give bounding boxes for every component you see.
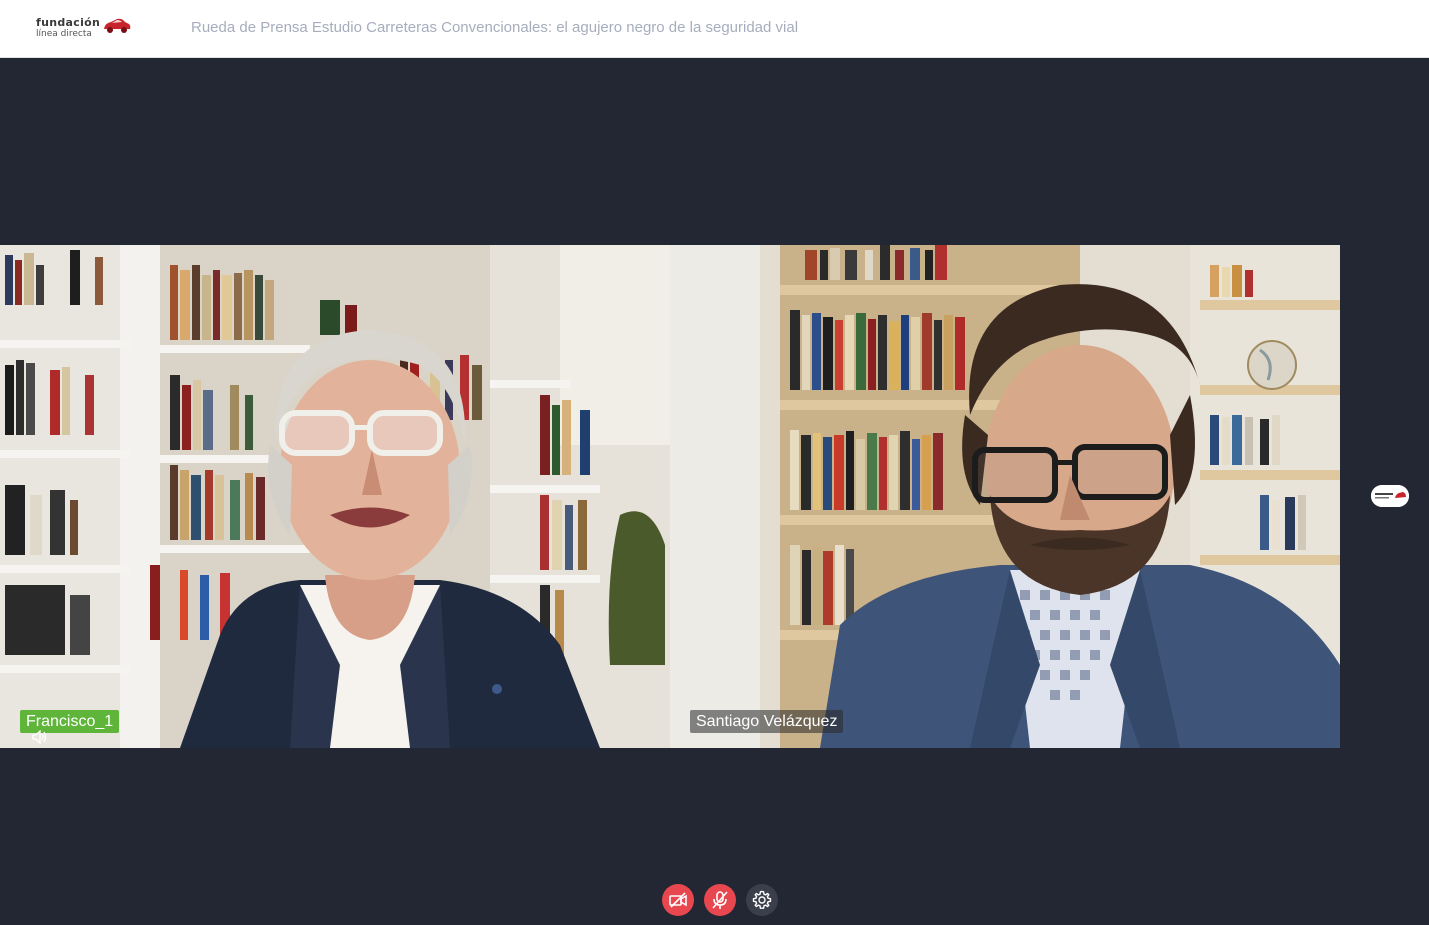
mini-logo-icon: [1371, 485, 1409, 507]
participant-video-feed: [670, 245, 1340, 748]
camera-off-button[interactable]: [662, 884, 694, 916]
car-logo-icon: [104, 18, 131, 33]
top-header: fundación línea directa Rueda de Prensa …: [0, 0, 1429, 58]
meeting-title: Rueda de Prensa Estudio Carreteras Conve…: [191, 19, 799, 36]
participant-name-tag: Francisco_1: [20, 710, 120, 744]
settings-button[interactable]: [746, 884, 778, 916]
gear-icon: [752, 890, 772, 909]
video-tile-santiago[interactable]: Santiago Velázquez: [670, 245, 1340, 748]
video-tile-francisco[interactable]: Francisco_1: [0, 245, 670, 748]
speaker-icon: [32, 730, 47, 744]
logo-thumbnail[interactable]: [1371, 485, 1409, 507]
mic-off-icon: [712, 891, 728, 909]
participant-video-feed: [0, 245, 670, 748]
logo-text-line1: fundación: [36, 16, 101, 29]
mic-off-button[interactable]: [704, 884, 736, 916]
call-controls-bar: [0, 884, 1429, 920]
video-stage: Francisco_1 Santiago Velázquez: [0, 245, 1340, 748]
participant-name-tag: Santiago Velázquez: [690, 710, 844, 733]
participant-name: Francisco_1: [26, 713, 114, 730]
video-off-icon: [669, 892, 687, 908]
logo-text-line2: línea directa: [36, 29, 92, 39]
participant-name: Santiago Velázquez: [696, 713, 838, 730]
